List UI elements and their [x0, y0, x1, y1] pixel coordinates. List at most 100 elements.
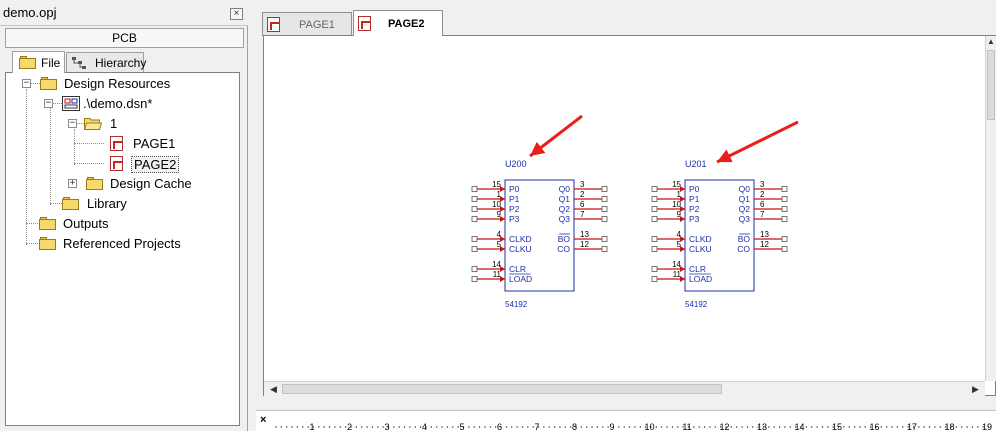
project-tree[interactable]: − Design Resources − .\demo.dsn* − 1 PAG…: [5, 72, 240, 426]
pcb-header-bar[interactable]: PCB: [5, 28, 244, 48]
pin-number: 12: [580, 240, 589, 249]
collapse-icon[interactable]: −: [22, 79, 31, 88]
pin-terminal: [651, 216, 658, 222]
tab-page1-label: PAGE1: [299, 19, 335, 31]
ruler-tick-label: 3: [384, 422, 389, 431]
ruler-dot: [586, 426, 588, 428]
pin-number: 3: [580, 180, 585, 189]
tree-item-label: Library: [87, 196, 127, 211]
tree-item-schematic-folder[interactable]: − 1: [66, 115, 186, 133]
ruler-dot: [843, 426, 845, 428]
tree-item-outputs[interactable]: Outputs: [39, 215, 179, 233]
ruler-dot: [703, 426, 706, 428]
tab-file[interactable]: File: [12, 51, 65, 73]
schematic-drawing[interactable]: U2005419215 P01 P110 P29 P34 CLKD5 CLKU14 CLR11…: [264, 36, 985, 381]
ruler-dot: [661, 426, 663, 428]
ruler-dot: [891, 426, 893, 428]
ruler-dot: [296, 426, 299, 428]
pin-number: 12: [760, 240, 769, 249]
tab-page2[interactable]: PAGE2: [353, 10, 443, 36]
scroll-right-icon[interactable]: ▶: [972, 384, 979, 395]
tab-page1[interactable]: PAGE1: [262, 12, 352, 36]
tab-hierarchy[interactable]: Hierarchy: [66, 52, 146, 72]
ruler-dot: [928, 426, 931, 428]
part-value: 54192: [505, 300, 528, 309]
scroll-up-icon[interactable]: ▲: [987, 37, 995, 46]
pin-name: CLR: [509, 264, 526, 274]
ruler: × 1 2 3 4 5 6 7 8 9 10 11 12 13 14 15 16 17 18 19: [256, 410, 996, 431]
tree-item-design-file[interactable]: − .\demo.dsn*: [42, 95, 222, 113]
panel-splitter[interactable]: [248, 0, 256, 431]
ruler-dot: [896, 426, 899, 428]
tree-item-page1[interactable]: PAGE1: [106, 135, 226, 153]
ruler-dot: [730, 426, 733, 428]
ruler-dot: [805, 426, 808, 428]
expand-icon[interactable]: +: [68, 179, 77, 188]
ruler-dot: [811, 426, 813, 428]
vertical-scroll-thumb[interactable]: [987, 50, 995, 120]
ruler-dot: [977, 426, 979, 428]
ruler-dot: [864, 426, 866, 428]
tree-item-library[interactable]: Library: [62, 195, 182, 213]
ruler-dot: [618, 426, 620, 428]
scroll-left-icon[interactable]: ◀: [270, 384, 277, 395]
ruler-tick-label: 9: [609, 422, 614, 431]
collapse-icon[interactable]: −: [44, 99, 53, 108]
pin-name: Q3: [559, 214, 571, 224]
tree-item-page2[interactable]: PAGE2: [106, 155, 226, 173]
pin-name: LOAD: [509, 274, 532, 284]
pin-terminal: [781, 206, 788, 212]
ruler-dot: [302, 426, 304, 428]
tree-item-label: PAGE2: [131, 156, 180, 173]
ruler-tick-label: 5: [459, 422, 464, 431]
ruler-dot: [778, 426, 781, 428]
ruler-dot: [971, 426, 974, 428]
ruler-dot: [543, 426, 545, 428]
close-icon[interactable]: ×: [230, 8, 243, 20]
schematic-window: U200 54192 15 P0 1 P1 10 P2 9 P3 4 CLKD 5 CLKU 14 CLR 11…: [263, 35, 996, 396]
part-reference: U201: [685, 159, 707, 169]
ruler-dot: [671, 426, 674, 428]
tree-item-design-resources[interactable]: − Design Resources: [20, 75, 220, 93]
tree-item-label: Referenced Projects: [63, 236, 181, 251]
ruler-ticks: 1 2 3 4 5 6 7 8 9 10 11 12 13 14 15 16 17 18 19: [275, 422, 992, 431]
ruler-dot: [371, 426, 374, 428]
ruler-tick-label: 11: [682, 422, 691, 431]
ruler-tick-label: 14: [794, 422, 804, 431]
project-title-bar: demo.opj ×: [0, 0, 248, 26]
pin-name: CO: [737, 244, 750, 254]
ruler-dot: [527, 426, 529, 428]
ruler-dot: [698, 426, 700, 428]
ruler-dot: [596, 426, 599, 428]
ruler-dot: [821, 426, 824, 428]
pin-number: 5: [677, 240, 682, 249]
ruler-dot: [334, 426, 336, 428]
ruler-dot: [511, 426, 513, 428]
pin-number: 14: [672, 260, 681, 269]
pin-name: P0: [689, 184, 700, 194]
schematic-page-icon: [267, 17, 280, 32]
pin-terminal: [781, 246, 788, 252]
ruler-dot: [489, 426, 491, 428]
ruler-dot: [677, 426, 679, 428]
ruler-dot: [741, 426, 743, 428]
ruler-dot: [323, 426, 325, 428]
ruler-dot: [693, 426, 695, 428]
pin-name: Q2: [559, 204, 571, 214]
ruler-dot: [414, 426, 416, 428]
ruler-dot: [361, 426, 363, 428]
schematic-canvas[interactable]: U200 54192 15 P0 1 P1 10 P2 9 P3 4 CLKD 5 CLKU 14 CLR 11…: [264, 36, 985, 381]
folder-icon: [40, 77, 58, 90]
ruler-tick-label: 10: [644, 422, 654, 431]
ruler-dot: [521, 426, 524, 428]
collapse-icon[interactable]: −: [68, 119, 77, 128]
horizontal-scrollbar[interactable]: ◀ ▶: [264, 381, 985, 396]
vertical-scrollbar[interactable]: ▲: [985, 36, 996, 381]
tree-item-design-cache[interactable]: + Design Cache: [66, 175, 226, 193]
tree-item-referenced-projects[interactable]: Referenced Projects: [39, 235, 219, 253]
horizontal-scroll-thumb[interactable]: [282, 384, 722, 394]
ruler-dot: [339, 426, 341, 428]
pin-terminal: [651, 186, 658, 192]
pin-name: Q3: [739, 214, 751, 224]
ruler-dot: [473, 426, 475, 428]
